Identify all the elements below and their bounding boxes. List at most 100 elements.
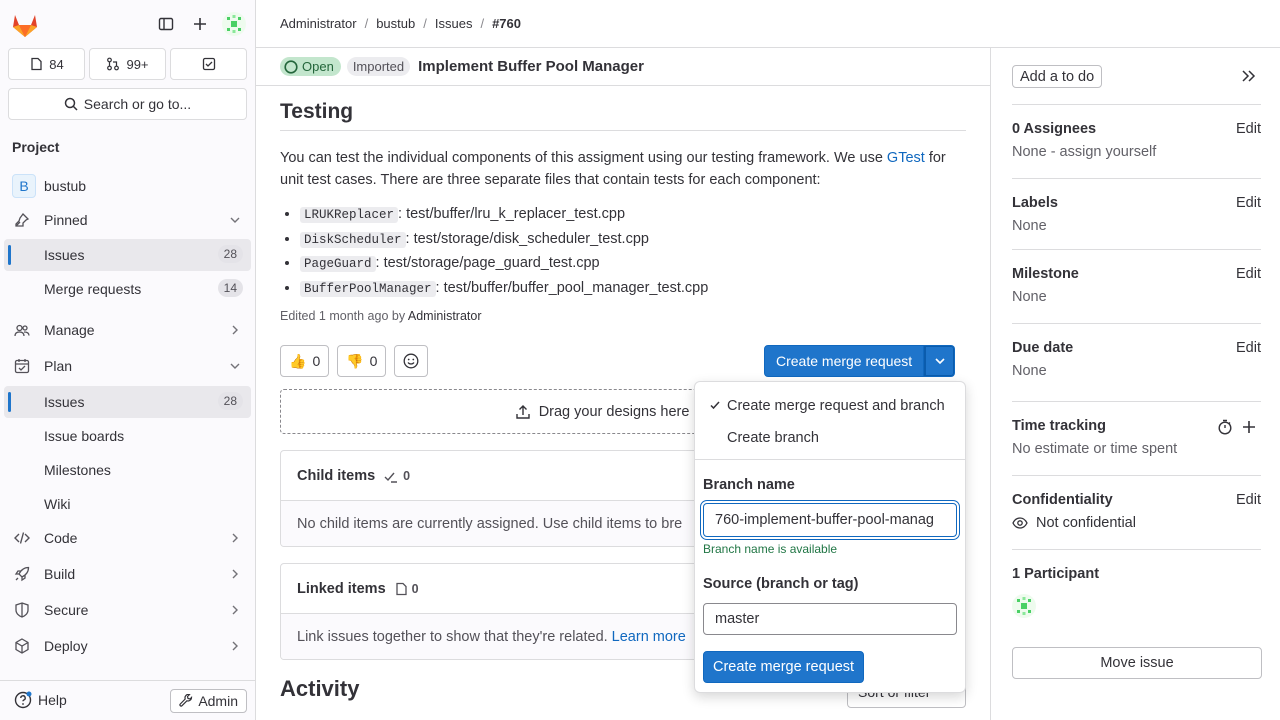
gtest-link[interactable]: GTest <box>887 150 925 166</box>
issue-open-icon <box>284 59 298 74</box>
option-create-branch[interactable]: Create branch <box>695 422 965 454</box>
sidebar-item-label: Secure <box>44 602 89 618</box>
file-path: : test/storage/disk_scheduler_test.cpp <box>405 230 649 247</box>
sidebar-item-pinned[interactable]: Pinned <box>4 204 251 236</box>
labels-value: None <box>1012 218 1047 234</box>
move-issue-button[interactable]: Move issue <box>1012 647 1262 679</box>
project-name: bustub <box>44 178 87 194</box>
count-badge: 28 <box>217 392 243 410</box>
sidebar-item-deploy[interactable]: Deploy <box>4 630 251 662</box>
issue-sticky-header: Open Imported Implement Buffer Pool Mana… <box>256 48 991 86</box>
time-tracking-title: Time tracking <box>1012 418 1107 434</box>
time-tracking-block: Time tracking No estimate or time spent <box>1012 401 1261 475</box>
dropdown-divider <box>695 459 965 460</box>
sidebar-item-secure[interactable]: Secure <box>4 594 251 626</box>
breadcrumb-separator: / <box>423 16 427 31</box>
sidebar-item-issue-boards[interactable]: Issue boards <box>4 420 251 452</box>
sidebar-item-project[interactable]: B bustub <box>4 170 251 202</box>
breadcrumb-item[interactable]: bustub <box>376 16 415 31</box>
linked-count-value: 0 <box>411 581 419 596</box>
breadcrumb-item[interactable]: Issues <box>435 16 473 31</box>
sidebar-item-pinned-merge-requests[interactable]: Merge requests 14 <box>4 273 251 305</box>
due-date-block: Due date Edit None <box>1012 323 1261 401</box>
sidebar-item-label: Merge requests <box>44 281 142 297</box>
edit-assignees-button[interactable]: Edit <box>1236 121 1261 137</box>
edit-labels-button[interactable]: Edit <box>1236 195 1261 211</box>
sidebar-item-code[interactable]: Code <box>4 522 251 554</box>
edit-confidentiality-button[interactable]: Edit <box>1236 492 1261 508</box>
check-icon <box>709 399 721 411</box>
create-merge-request-button[interactable]: Create merge request <box>764 345 925 377</box>
sidebar-item-label: Milestones <box>44 462 111 478</box>
chevron-down-icon <box>229 360 241 372</box>
child-items-title: Child items <box>297 467 376 484</box>
source-label: Source (branch or tag) <box>703 576 859 592</box>
chevron-right-icon <box>229 604 241 616</box>
thumbs-up-icon: 👍 <box>289 352 307 369</box>
test-files-list: LRUKReplacer: test/buffer/lru_k_replacer… <box>280 203 966 301</box>
status-badge: Open <box>280 57 341 76</box>
collapse-sidebar-icon[interactable] <box>1240 68 1256 84</box>
intro-text: You can test the individual components o… <box>280 150 887 166</box>
breadcrumb-item[interactable]: Administrator <box>280 16 357 31</box>
left-sidebar: 84 99+ Search or go to... Project B bust… <box>0 0 256 720</box>
add-reaction-button[interactable] <box>394 345 429 377</box>
labels-block: Labels Edit None <box>1012 178 1261 249</box>
issue-right-sidebar: Add a to do 0 Assignees Edit None - assi… <box>990 48 1280 720</box>
help-button[interactable]: Help <box>14 691 67 709</box>
child-items-count: 0 <box>383 468 410 484</box>
inline-code: DiskScheduler <box>300 231 406 248</box>
create-merge-request-dropdown-toggle[interactable] <box>924 345 956 377</box>
branch-name-input[interactable]: 760-implement-buffer-pool-manag <box>703 503 957 537</box>
sidebar-nav: B bustub Pinned Issues 28 Merge requests… <box>4 0 251 680</box>
edit-milestone-button[interactable]: Edit <box>1236 266 1261 282</box>
source-branch-input[interactable]: master <box>703 603 957 635</box>
plus-icon[interactable] <box>1241 419 1257 435</box>
chevron-right-icon <box>229 532 241 544</box>
pin-icon <box>14 212 30 228</box>
admin-button[interactable]: Admin <box>170 689 247 713</box>
edit-due-date-button[interactable]: Edit <box>1236 340 1261 356</box>
learn-more-link[interactable]: Learn more <box>612 629 686 645</box>
time-tracking-value: No estimate or time spent <box>1012 441 1178 457</box>
sidebar-item-plan[interactable]: Plan <box>4 350 251 382</box>
status-label: Open <box>302 59 334 74</box>
submit-create-merge-request-button[interactable]: Create merge request <box>703 651 865 683</box>
thumbs-down-button[interactable]: 👎 0 <box>337 345 387 377</box>
participant-avatar[interactable] <box>1012 594 1036 618</box>
confidentiality-text: Not confidential <box>1036 515 1136 531</box>
add-todo-button[interactable]: Add a to do <box>1012 65 1103 88</box>
sidebar-item-label: Issues <box>44 394 85 410</box>
edited-prefix: Edited 1 month ago by <box>280 309 408 323</box>
admin-label: Admin <box>198 693 238 709</box>
section-heading: Testing <box>280 100 966 131</box>
issue-description: Testing You can test the individual comp… <box>280 100 966 323</box>
confidentiality-block: Confidentiality Edit Not confidential <box>1012 475 1261 549</box>
thumbs-down-icon: 👎 <box>346 352 364 369</box>
sidebar-item-manage[interactable]: Manage <box>4 314 251 346</box>
project-avatar: B <box>12 174 36 198</box>
sidebar-item-pinned-issues[interactable]: Issues 28 <box>4 239 251 271</box>
sidebar-item-issues[interactable]: Issues 28 <box>4 386 251 418</box>
upload-icon <box>515 404 530 419</box>
reactions-row: 👍 0 👎 0 <box>280 345 429 377</box>
edited-by-link[interactable]: Administrator <box>408 309 482 323</box>
thumbs-up-button[interactable]: 👍 0 <box>280 345 330 377</box>
assignees-value[interactable]: None - assign yourself <box>1012 144 1156 160</box>
stopwatch-icon[interactable] <box>1217 419 1233 435</box>
sidebar-item-wiki[interactable]: Wiki <box>4 488 251 520</box>
issue-title: Implement Buffer Pool Manager <box>418 58 644 75</box>
imported-badge: Imported <box>346 57 411 76</box>
list-item: BufferPoolManager: test/buffer/buffer_po… <box>300 277 966 302</box>
chevron-right-icon <box>229 640 241 652</box>
file-path: : test/buffer/buffer_pool_manager_test.c… <box>435 279 709 296</box>
confidentiality-value: Not confidential <box>1012 515 1136 531</box>
edited-note: Edited 1 month ago by Administrator <box>280 309 966 323</box>
pinned-label: Pinned <box>44 212 88 228</box>
breadcrumb-current[interactable]: #760 <box>492 16 521 31</box>
option-create-mr-and-branch[interactable]: Create merge request and branch <box>695 390 965 422</box>
sidebar-item-build[interactable]: Build <box>4 558 251 590</box>
manage-label: Manage <box>44 322 95 338</box>
sidebar-item-milestones[interactable]: Milestones <box>4 454 251 486</box>
participants-title: 1 Participant <box>1012 566 1100 582</box>
